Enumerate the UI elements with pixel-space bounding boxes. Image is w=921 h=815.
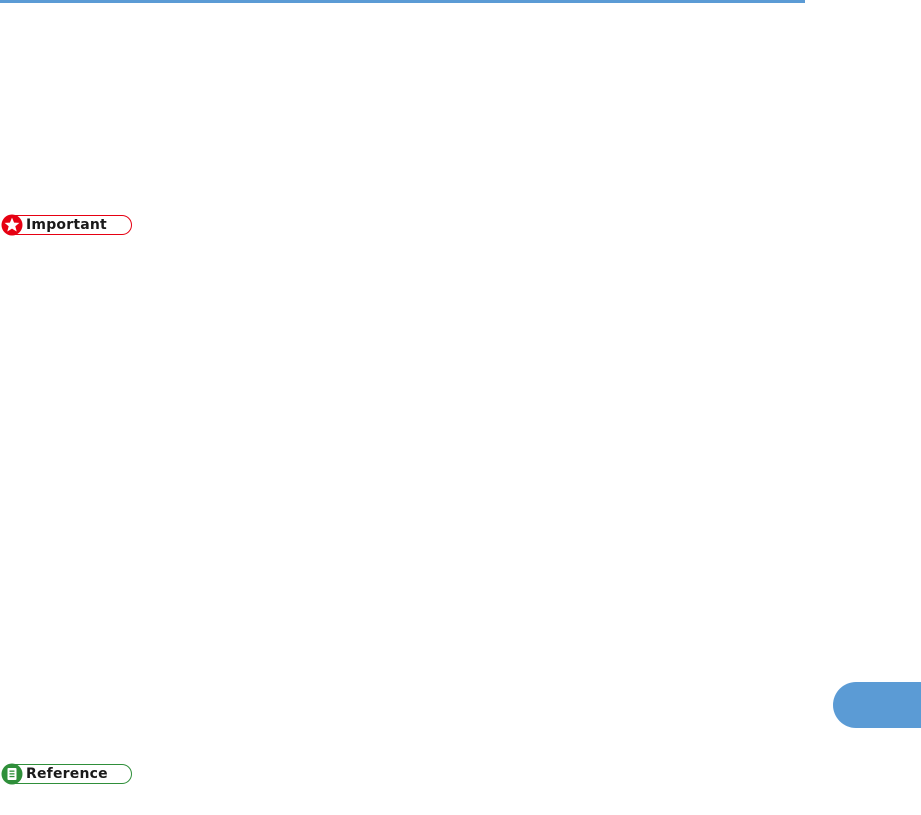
document-icon bbox=[1, 763, 23, 785]
header-rule bbox=[0, 0, 805, 3]
reference-label: Reference bbox=[26, 766, 108, 782]
chapter-tab bbox=[833, 682, 921, 728]
important-callout: Important bbox=[1, 214, 132, 236]
reference-callout: Reference bbox=[1, 763, 132, 785]
star-icon bbox=[1, 214, 23, 236]
important-label: Important bbox=[26, 217, 107, 233]
